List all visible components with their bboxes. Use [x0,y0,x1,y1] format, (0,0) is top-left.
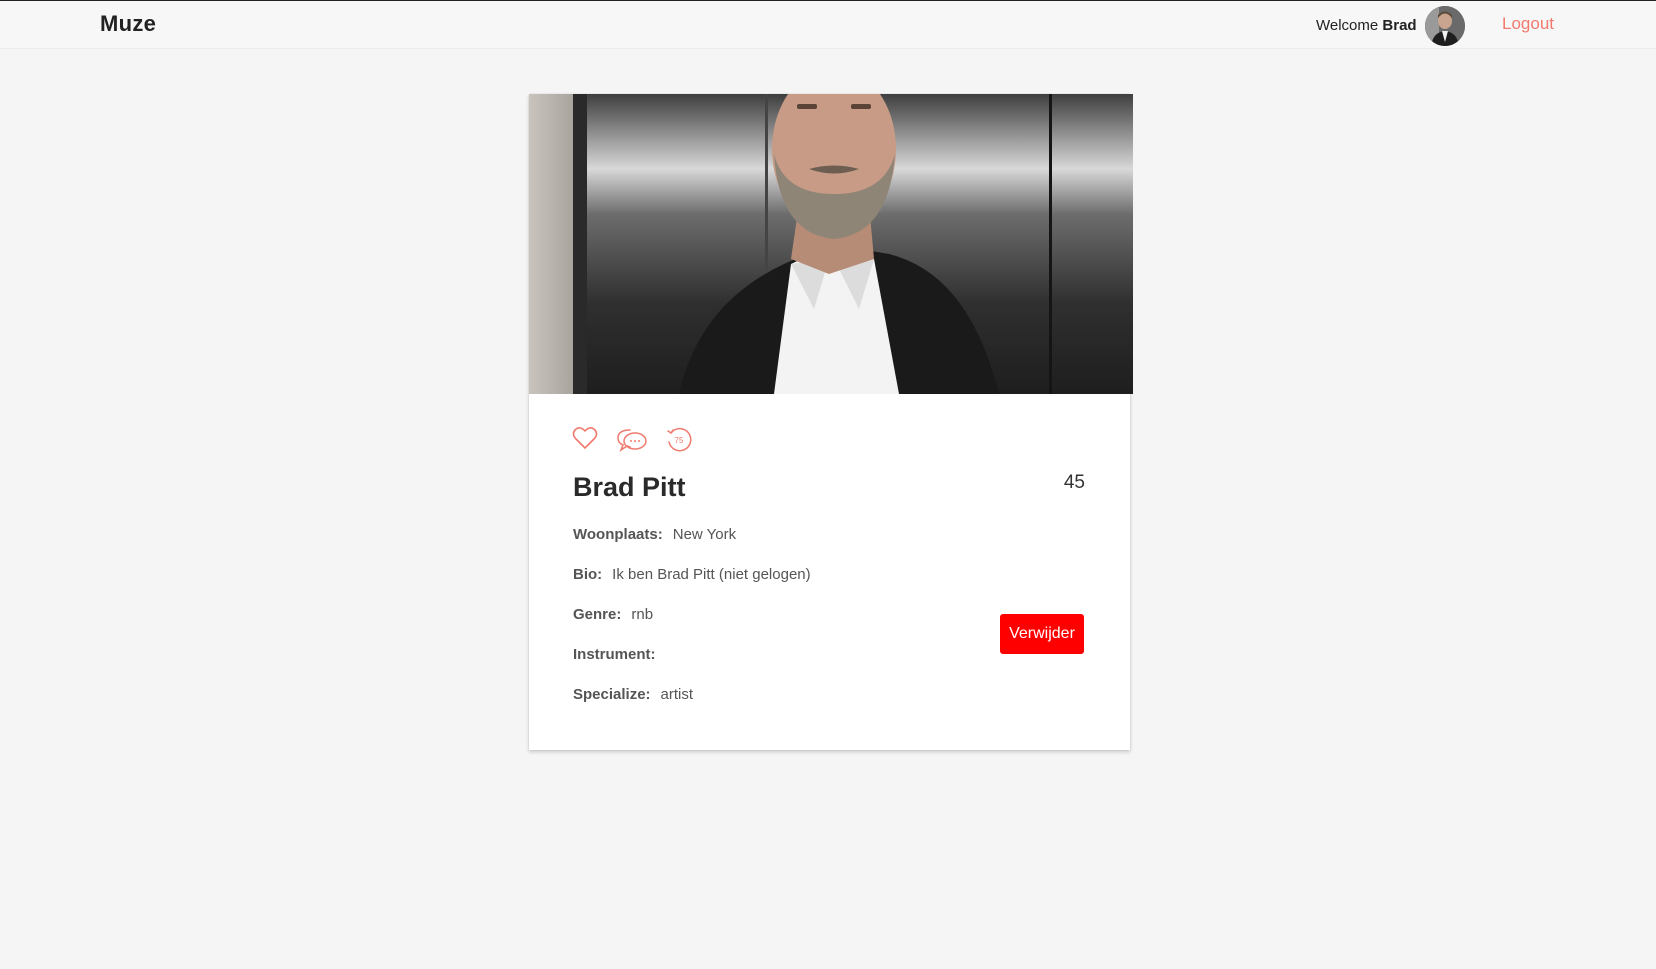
field-label: Woonplaats: [573,526,663,543]
field-value: artist [660,686,694,703]
badge-number: 75 [675,436,684,445]
welcome-username: Brad [1382,17,1417,34]
field-value: rnb [631,606,654,623]
field-label: Bio: [573,566,603,583]
profile-photo [529,94,1133,394]
field-label: Instrument: [573,646,656,663]
field-row-instrument: Instrument: [573,646,666,663]
welcome-prefix: Welcome [1316,17,1379,34]
field-row-genre: Genre: rnb [573,606,653,623]
delete-button[interactable]: Verwijder [1000,614,1084,654]
avatar[interactable] [1425,6,1465,46]
field-row-woonplaats: Woonplaats: New York [573,526,736,543]
field-value: New York [672,526,737,543]
field-label: Genre: [573,606,622,623]
welcome-message: Welcome Brad [1316,17,1417,34]
profile-name: Brad Pitt [573,472,686,502]
field-value: Ik ben Brad Pitt (niet gelogen) [612,566,811,583]
logout-link[interactable]: Logout [1502,14,1554,34]
field-row-specialize: Specialize: artist [573,686,693,703]
profile-card: 75 Brad Pitt 45 Woonplaats: New York Bio:… [529,94,1133,750]
heart-icon[interactable] [572,426,598,450]
field-label: Specialize: [573,686,651,703]
profile-age: 45 [1063,472,1085,493]
navbar: Muze Welcome Brad Logout [0,1,1656,49]
brand-logo[interactable]: Muze [100,11,156,37]
field-row-bio: Bio: Ik ben Brad Pitt (niet gelogen) [573,566,811,583]
chat-bubble-icon[interactable] [616,428,648,452]
rotate-badge-icon[interactable]: 75 [666,427,692,453]
